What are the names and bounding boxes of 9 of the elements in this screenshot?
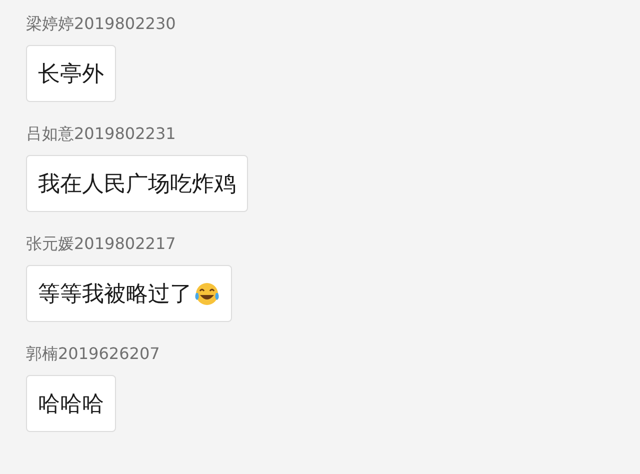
sender-name: 郭楠2019626207 — [26, 343, 160, 365]
laughing-emoji-icon — [194, 280, 220, 306]
sender-name: 梁婷婷2019802230 — [26, 13, 176, 35]
message-text: 哈哈哈 — [38, 390, 104, 418]
sender-name: 吕如意2019802231 — [26, 123, 176, 145]
message-text: 长亭外 — [38, 60, 104, 88]
message-text: 等等我被略过了 — [38, 280, 192, 308]
message-text: 我在人民广场吃炸鸡 — [38, 170, 236, 198]
sender-name: 张元媛2019802217 — [26, 233, 176, 255]
